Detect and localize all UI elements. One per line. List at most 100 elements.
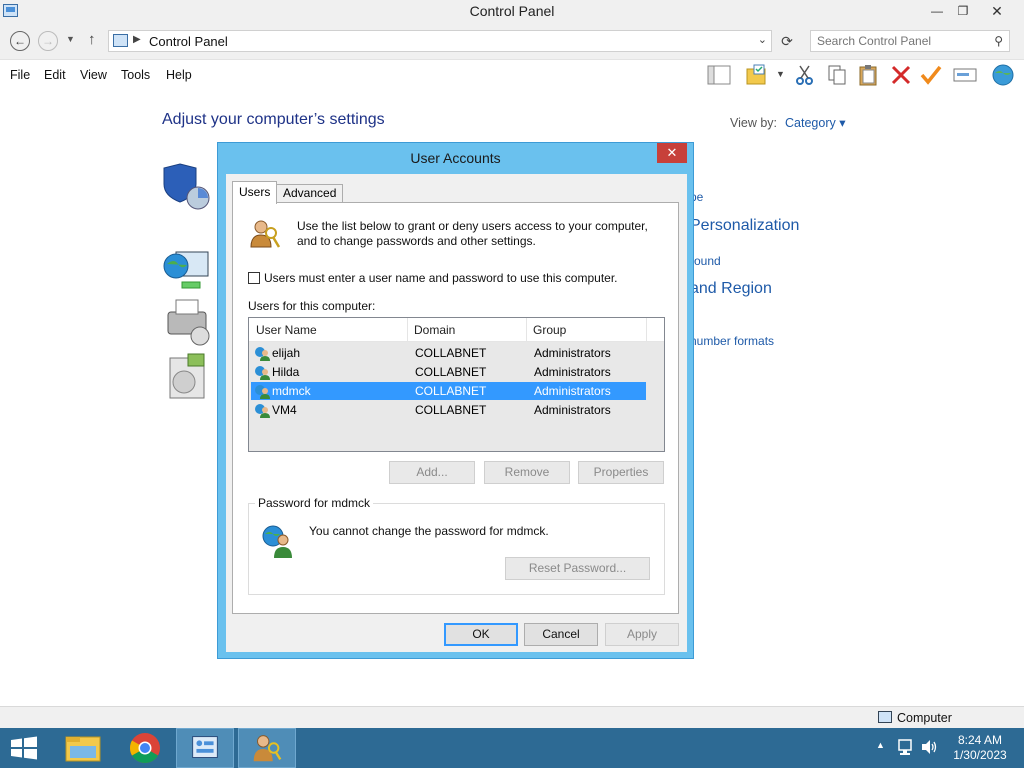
intro-text: Use the list below to grant or deny user… xyxy=(297,219,648,248)
menu-file[interactable]: File xyxy=(10,68,30,82)
column-divider[interactable] xyxy=(407,318,408,342)
column-group[interactable]: Group xyxy=(533,323,566,337)
require-password-checkbox[interactable] xyxy=(248,272,260,284)
paste-icon[interactable] xyxy=(856,63,882,87)
delete-icon[interactable] xyxy=(888,63,914,87)
forward-button[interactable]: → xyxy=(38,31,58,51)
table-row[interactable]: Hilda COLLABNET Administrators xyxy=(251,363,646,381)
cell-user-name: elijah xyxy=(272,346,301,360)
users-keys-icon xyxy=(250,220,281,248)
page-title: Adjust your computer’s settings xyxy=(162,111,385,128)
user-accounts-dialog: User Accounts ✕ Users Advanced Use the l… xyxy=(217,142,694,659)
system-security-icon[interactable] xyxy=(162,162,212,212)
hardware-sound-icon[interactable] xyxy=(162,296,212,346)
add-user-button[interactable]: Add... xyxy=(389,461,475,484)
cell-group: Administrators xyxy=(534,403,611,417)
column-domain[interactable]: Domain xyxy=(414,323,455,337)
address-dropdown-icon[interactable]: ⌄ xyxy=(758,33,767,46)
table-row[interactable]: VM4 COLLABNET Administrators xyxy=(251,401,646,419)
volume-tray-icon[interactable] xyxy=(920,739,938,755)
require-password-label[interactable]: Users must enter a user name and passwor… xyxy=(264,271,618,285)
refresh-button[interactable]: ⟳ xyxy=(776,30,798,52)
globe-icon[interactable] xyxy=(990,63,1016,87)
cell-domain: COLLABNET xyxy=(415,384,487,398)
dialog-close-button[interactable]: ✕ xyxy=(657,143,687,163)
remove-user-button[interactable]: Remove xyxy=(484,461,570,484)
network-internet-icon[interactable] xyxy=(162,246,212,296)
view-by: View by: Category ▾ xyxy=(730,115,845,130)
menu-help[interactable]: Help xyxy=(166,68,192,82)
column-divider[interactable] xyxy=(646,318,647,342)
menu-tools[interactable]: Tools xyxy=(121,68,150,82)
personalization-category[interactable]: Personalization xyxy=(690,217,799,235)
breadcrumb-control-panel[interactable]: Control Panel xyxy=(149,34,228,49)
users-list[interactable]: User Name Domain Group elijah COLLABNET … xyxy=(248,317,665,452)
cell-user-name: mdmck xyxy=(272,384,311,398)
users-list-header: User Name Domain Group xyxy=(249,318,664,342)
close-window-button[interactable]: ✕ xyxy=(982,0,1012,22)
show-hidden-icons-button[interactable]: ▲ xyxy=(876,740,885,750)
breadcrumb-chevron-icon[interactable]: ▶ xyxy=(133,34,141,45)
user-accounts-taskbar-icon[interactable] xyxy=(238,728,296,768)
control-panel-taskbar-icon[interactable] xyxy=(176,728,234,768)
clock-region-category[interactable]: and Region xyxy=(690,280,772,298)
back-button[interactable]: ← xyxy=(10,31,30,51)
file-explorer-icon[interactable] xyxy=(54,728,112,768)
column-divider[interactable] xyxy=(526,318,527,342)
window-titlebar: Control Panel — ❐ ✕ xyxy=(0,0,1024,24)
search-box[interactable]: ⚲ xyxy=(810,30,1010,52)
taskbar: ▲ 8:24 AM 1/30/2023 xyxy=(0,728,1024,768)
computer-icon xyxy=(878,711,892,723)
rename-icon[interactable] xyxy=(952,63,978,87)
domain-user-icon xyxy=(255,366,270,380)
tab-users[interactable]: Users xyxy=(232,181,278,204)
cell-group: Administrators xyxy=(534,346,611,360)
cut-icon[interactable] xyxy=(792,63,818,87)
properties-check-icon[interactable] xyxy=(918,63,944,87)
ok-button[interactable]: OK xyxy=(444,623,518,646)
folder-options-dropdown[interactable]: ▼ xyxy=(776,69,785,79)
tab-advanced[interactable]: Advanced xyxy=(276,184,344,203)
background-link-partial[interactable]: round xyxy=(690,254,721,268)
window-title: Control Panel xyxy=(469,3,555,19)
restore-button[interactable]: ❐ xyxy=(948,0,978,22)
start-button-windows-icon[interactable] xyxy=(0,728,48,768)
cell-domain: COLLABNET xyxy=(415,365,487,379)
control-panel-icon xyxy=(113,34,128,47)
cell-group: Administrators xyxy=(534,365,611,379)
up-button[interactable]: ↑ xyxy=(88,31,96,48)
cell-user-name: Hilda xyxy=(272,365,300,379)
domain-user-icon xyxy=(262,525,292,558)
search-input[interactable] xyxy=(817,34,985,48)
cell-user-name: VM4 xyxy=(272,403,297,417)
chrome-icon[interactable] xyxy=(116,728,174,768)
programs-icon[interactable] xyxy=(162,352,212,402)
column-user-name[interactable]: User Name xyxy=(256,323,317,337)
cell-domain: COLLABNET xyxy=(415,403,487,417)
table-row[interactable]: elijah COLLABNET Administrators xyxy=(251,344,646,362)
network-tray-icon[interactable] xyxy=(897,738,913,756)
menu-view[interactable]: View xyxy=(80,68,107,82)
password-group-label: Password for mdmck xyxy=(255,496,374,510)
search-icon[interactable]: ⚲ xyxy=(994,34,1003,48)
cell-group: Administrators xyxy=(534,384,611,398)
number-formats-link-partial[interactable]: number formats xyxy=(690,334,774,348)
layout-pane-icon[interactable] xyxy=(706,63,732,87)
taskbar-clock[interactable]: 8:24 AM 1/30/2023 xyxy=(944,733,1016,763)
apply-button[interactable]: Apply xyxy=(605,623,679,646)
require-password-checkbox-row[interactable]: Users must enter a user name and passwor… xyxy=(248,271,618,285)
status-location: Computer xyxy=(897,711,952,725)
menu-edit[interactable]: Edit xyxy=(44,68,66,82)
reset-password-button[interactable]: Reset Password... xyxy=(505,557,650,580)
cell-domain: COLLABNET xyxy=(415,346,487,360)
folder-options-icon[interactable] xyxy=(744,63,770,87)
address-field[interactable]: ▶ Control Panel ⌄ xyxy=(108,30,772,52)
copy-icon[interactable] xyxy=(824,63,850,87)
view-by-dropdown[interactable]: Category ▾ xyxy=(785,116,845,130)
password-info-text: You cannot change the password for mdmck… xyxy=(309,524,549,538)
recent-locations-dropdown[interactable]: ▼ xyxy=(66,34,75,44)
properties-button[interactable]: Properties xyxy=(578,461,664,484)
cancel-button[interactable]: Cancel xyxy=(524,623,598,646)
domain-user-icon xyxy=(255,404,270,418)
table-row-selected[interactable]: mdmck COLLABNET Administrators xyxy=(251,382,646,400)
